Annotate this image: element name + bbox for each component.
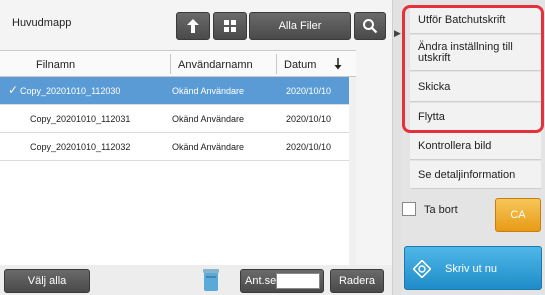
screen: Huvudmapp Alla Filer Filnamn Användarnam… [0,0,545,295]
clear-all-button[interactable]: CA [495,198,541,232]
table-row[interactable]: Copy_20201010_112032 Okänd Användare 202… [0,133,349,161]
select-all-button[interactable]: Välj alla [4,269,90,293]
column-header-date[interactable]: Datum [284,59,316,71]
column-divider [276,54,277,74]
all-files-button[interactable]: Alla Filer [249,12,351,40]
highlight-frame [402,5,544,133]
delete-checkbox-label: Ta bort [424,204,458,216]
copies-label: Ant.set [245,275,280,287]
table-header: Filnamn Användarnamn Datum [0,51,356,77]
row-filename: Copy_20201010_112032 [30,142,131,152]
panel-splitter[interactable]: ▶ [392,0,402,295]
copies-control: Ant.set [240,269,324,293]
toolbar: Huvudmapp Alla Filer [0,0,392,50]
column-divider [170,54,171,74]
delete-button[interactable]: Radera [330,269,384,293]
column-header-filename[interactable]: Filnamn [36,59,75,71]
check-image-button[interactable]: Kontrollera bild [410,132,541,160]
checkmark-icon: ✓ [8,83,19,97]
print-now-button[interactable]: Skriv ut nu [404,246,542,290]
copies-input[interactable] [276,273,320,289]
detail-info-button[interactable]: Se detaljinformation [410,161,541,189]
row-username: Okänd Användare [172,142,245,152]
folder-title: Huvudmapp [12,17,72,29]
grid-view-button[interactable] [213,12,247,40]
row-filename: Copy_20201010_112030 [20,86,121,96]
collapse-panel-icon[interactable]: ▶ [394,28,401,39]
start-icon [413,260,431,278]
trash-icon [203,269,219,291]
file-table: Filnamn Användarnamn Datum ✓ Copy_202010… [0,50,356,265]
row-filename: Copy_20201010_112031 [30,114,131,124]
arrow-up-icon [187,19,199,33]
row-username: Okänd Användare [172,86,245,96]
table-row[interactable]: Copy_20201010_112031 Okänd Användare 202… [0,105,349,133]
column-header-username[interactable]: Användarnamn [178,59,253,71]
table-scrollbar[interactable] [349,77,356,265]
up-folder-button[interactable] [176,12,210,40]
print-now-label: Skriv ut nu [445,263,497,275]
row-date: 2020/10/10 [286,114,332,124]
row-date: 2020/10/10 [286,86,332,96]
row-date: 2020/10/10 [286,142,332,152]
table-row[interactable]: ✓ Copy_20201010_112030 Okänd Användare 2… [0,77,349,105]
sort-descending-icon[interactable] [334,58,342,70]
search-button[interactable] [354,12,386,40]
grid-view-icon [224,20,236,32]
delete-checkbox[interactable] [402,202,416,216]
row-username: Okänd Användare [172,114,245,124]
file-list-panel: Huvudmapp Alla Filer Filnamn Användarnam… [0,0,392,295]
search-icon [363,19,378,34]
delete-checkbox-row[interactable]: Ta bort [402,200,477,220]
